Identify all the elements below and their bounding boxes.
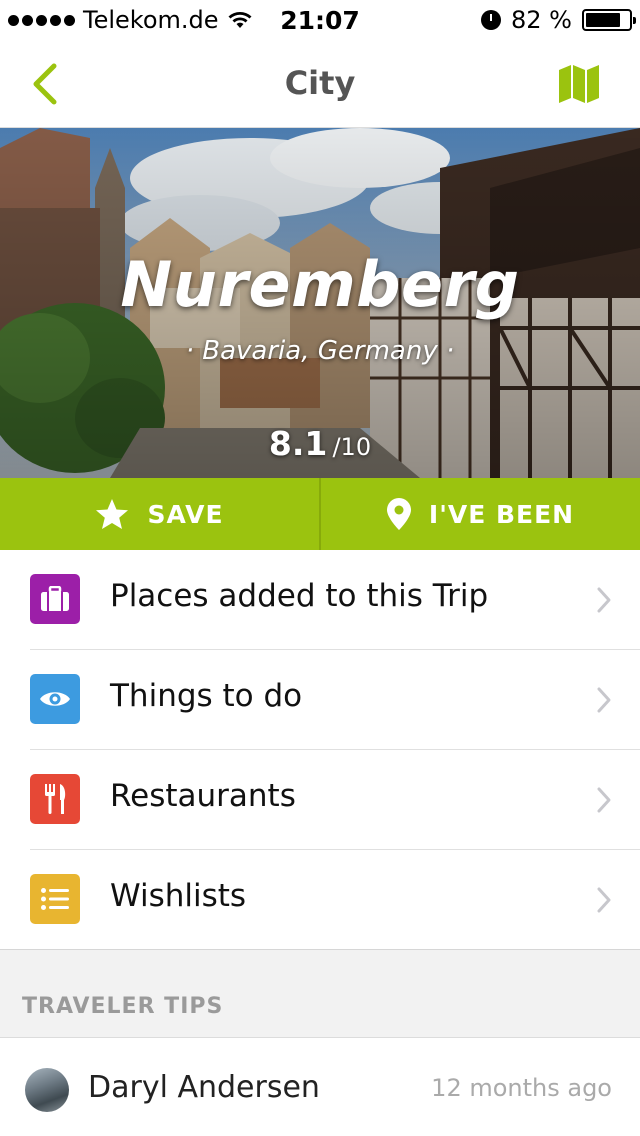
menu-item-things-to-do[interactable]: Things to do xyxy=(0,650,640,750)
section-header: TRAVELER TIPS xyxy=(22,994,224,1019)
action-bar: SAVE I'VE BEEN xyxy=(0,478,640,550)
battery-percent: 82 % xyxy=(511,6,572,34)
menu-label: Restaurants xyxy=(110,778,296,814)
rating-scale: /10 xyxy=(332,433,372,461)
menu-item-restaurants[interactable]: Restaurants xyxy=(0,750,640,850)
menu-label: Places added to this Trip xyxy=(110,578,489,614)
alarm-icon xyxy=(481,10,502,30)
chevron-right-icon xyxy=(597,887,611,913)
eye-icon xyxy=(30,674,80,724)
chevron-right-icon xyxy=(597,687,611,713)
city-menu: Places added to this Trip Things to do R… xyxy=(0,550,640,950)
menu-item-wishlists[interactable]: Wishlists xyxy=(0,850,640,950)
battery-level xyxy=(586,13,621,27)
location-pin-icon xyxy=(386,498,411,530)
menu-label: Things to do xyxy=(110,678,303,714)
chevron-right-icon xyxy=(597,587,611,613)
map-button[interactable] xyxy=(558,64,600,104)
city-name: Nuremberg xyxy=(120,248,520,321)
city-hero: Nuremberg · Bavaria, Germany · 8.1 /10 xyxy=(0,128,640,478)
star-icon xyxy=(96,499,129,529)
fork-knife-icon xyxy=(30,774,80,824)
menu-item-trip-places[interactable]: Places added to this Trip xyxy=(0,550,640,650)
briefcase-icon xyxy=(30,574,80,624)
rating-value: 8.1 xyxy=(268,424,328,463)
tip-timestamp: 12 months ago xyxy=(431,1074,612,1102)
been-button[interactable]: I'VE BEEN xyxy=(321,478,640,550)
save-button[interactable]: SAVE xyxy=(0,478,319,550)
menu-label: Wishlists xyxy=(110,878,247,914)
battery-icon xyxy=(582,9,636,31)
save-label: SAVE xyxy=(147,499,224,529)
page-title: City xyxy=(284,64,356,102)
been-label: I'VE BEEN xyxy=(428,499,575,529)
navigation-bar: City xyxy=(0,40,640,128)
city-region: · Bavaria, Germany · xyxy=(185,336,455,366)
tip-author: Daryl Andersen xyxy=(88,1070,320,1105)
map-icon xyxy=(559,65,599,103)
city-rating: 8.1 /10 xyxy=(0,424,640,463)
avatar xyxy=(25,1068,69,1112)
list-icon xyxy=(30,874,80,924)
traveler-tips-section: TRAVELER TIPS xyxy=(0,950,640,1038)
status-bar: Telekom.de 21:07 82 % xyxy=(0,0,640,40)
tip-item[interactable]: Daryl Andersen 12 months ago xyxy=(0,1038,640,1136)
chevron-right-icon xyxy=(597,787,611,813)
status-right: 82 % xyxy=(481,6,636,34)
